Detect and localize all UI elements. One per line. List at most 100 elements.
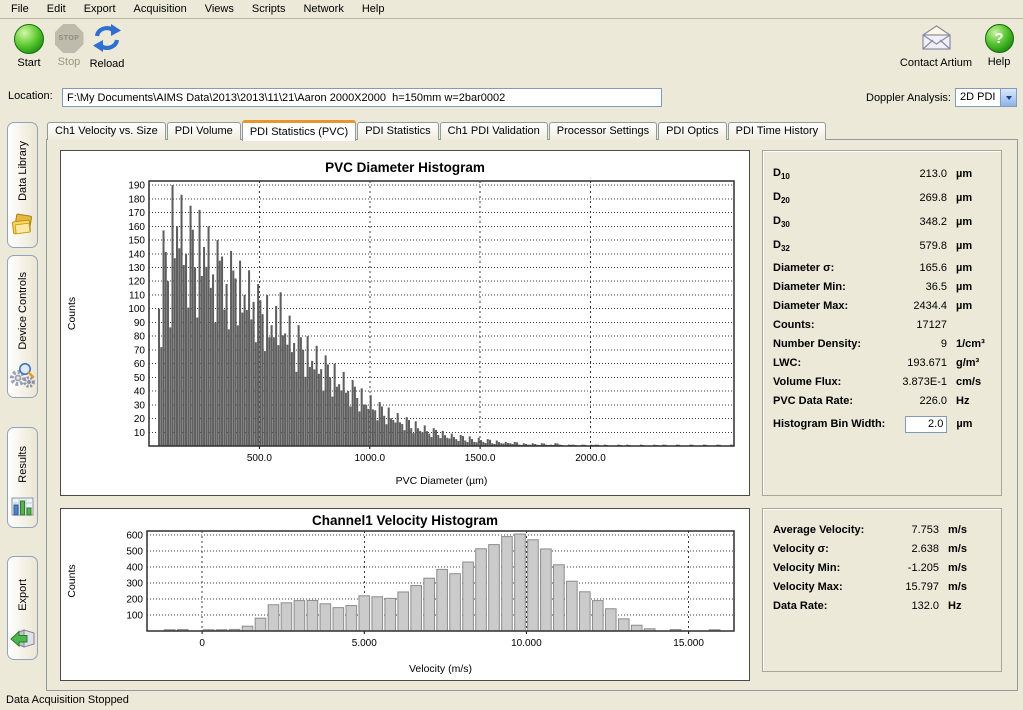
stat-row-data-rate: Data Rate: 132.0 Hz — [773, 596, 991, 615]
histogram-bin-width-input[interactable] — [905, 416, 947, 433]
svg-text:300: 300 — [126, 579, 143, 590]
svg-text:80: 80 — [134, 332, 146, 343]
svg-text:200: 200 — [126, 595, 143, 606]
location-label: Location: — [8, 90, 53, 102]
svg-text:PVC Diameter (µm): PVC Diameter (µm) — [396, 475, 488, 487]
export-arrow-icon — [10, 627, 36, 655]
doppler-analysis-select[interactable]: 2D PDI — [955, 88, 1017, 107]
svg-text:Counts: Counts — [66, 297, 78, 330]
stat-unit: g/m³ — [947, 357, 991, 369]
svg-text:1000.0: 1000.0 — [355, 453, 386, 464]
sidebar-item-device-controls[interactable]: Device Controls — [7, 255, 38, 398]
stat-unit: µm — [947, 192, 991, 204]
tab-pdi-volume[interactable]: PDI Volume — [167, 122, 241, 140]
stat-unit: cm/s — [947, 376, 991, 388]
help-button[interactable]: ? Help — [979, 24, 1019, 68]
menu-export[interactable]: Export — [75, 1, 125, 17]
menu-bar: File Edit Export Acquisition Views Scrip… — [0, 0, 1023, 19]
stat-row-d10: D10 213.0 µm — [773, 162, 991, 186]
svg-text:10: 10 — [134, 428, 146, 439]
svg-text:110: 110 — [129, 291, 145, 302]
svg-text:120: 120 — [128, 277, 145, 288]
stat-value: 2434.4 — [885, 300, 947, 312]
stat-unit: µm — [947, 281, 991, 293]
svg-text:400: 400 — [126, 563, 143, 574]
menu-views[interactable]: Views — [196, 1, 243, 17]
status-text: Data Acquisition Stopped — [6, 694, 129, 706]
menu-network[interactable]: Network — [294, 1, 352, 17]
svg-text:170: 170 — [128, 208, 145, 219]
sidebar-item-label: Data Library — [17, 141, 29, 201]
svg-text:130: 130 — [128, 263, 145, 274]
stat-value: 9 — [885, 338, 947, 350]
stat-label: PVC Data Rate: — [773, 395, 885, 407]
svg-text:90: 90 — [134, 318, 146, 329]
stat-label: Data Rate: — [773, 600, 885, 612]
stat-value: 165.6 — [885, 262, 947, 274]
tab-pdi-time-history[interactable]: PDI Time History — [728, 122, 827, 140]
svg-text:600: 600 — [126, 531, 143, 542]
channel1-velocity-histogram: 10020030040050060005.00010.00015.000Chan… — [60, 508, 750, 681]
stat-label: Average Velocity: — [773, 524, 885, 536]
svg-text:50: 50 — [134, 373, 146, 384]
menu-file[interactable]: File — [2, 1, 38, 17]
stat-unit: µm — [947, 240, 991, 252]
menu-acquisition[interactable]: Acquisition — [125, 1, 196, 17]
stat-unit: µm — [947, 262, 991, 274]
doppler-analysis-label: Doppler Analysis: — [866, 92, 951, 104]
stat-unit: µm — [947, 168, 991, 180]
sidebar-item-results[interactable]: Results — [7, 427, 38, 528]
sidebar-item-label: Device Controls — [17, 272, 29, 350]
tab-processor-settings[interactable]: Processor Settings — [549, 122, 657, 140]
velocity-statistics-panel: Average Velocity: 7.753 m/s Velocity σ: … — [762, 508, 1002, 672]
channel1-velocity-histogram-plot: 10020030040050060005.00010.00015.000Chan… — [61, 509, 749, 685]
svg-text:Channel1 Velocity Histogram: Channel1 Velocity Histogram — [312, 513, 498, 528]
sidebar-item-export[interactable]: Export — [7, 556, 38, 660]
tab-ch1-velocity-vs-size[interactable]: Ch1 Velocity vs. Size — [47, 122, 166, 140]
aims-application-window: File Edit Export Acquisition Views Scrip… — [0, 0, 1023, 710]
stat-value: 36.5 — [885, 281, 947, 293]
tab-pdi-optics[interactable]: PDI Optics — [658, 122, 727, 140]
stat-row-velocity-min: Velocity Min: -1.205 m/s — [773, 558, 991, 577]
svg-text:100: 100 — [128, 304, 145, 315]
stat-label: Volume Flux: — [773, 376, 885, 388]
svg-text:10.000: 10.000 — [511, 638, 542, 649]
reload-icon — [92, 24, 122, 55]
stat-row-number-density: Number Density: 9 1/cm³ — [773, 334, 991, 353]
stat-label: Velocity σ: — [773, 543, 885, 555]
sidebar-item-label: Export — [17, 579, 29, 611]
tab-ch1-pdi-validation[interactable]: Ch1 PDI Validation — [440, 122, 548, 140]
stat-unit: Hz — [947, 395, 991, 407]
tab-pdi-statistics[interactable]: PDI Statistics — [357, 122, 438, 140]
stat-value: 193.671 — [885, 357, 947, 369]
folders-icon — [10, 213, 36, 243]
menu-scripts[interactable]: Scripts — [243, 1, 295, 17]
stat-row-diameter-sigma: Diameter σ: 165.6 µm — [773, 258, 991, 277]
stat-row-lwc: LWC: 193.671 g/m³ — [773, 353, 991, 372]
results-chart-icon — [11, 496, 35, 523]
stat-value: 269.8 — [885, 192, 947, 204]
sidebar-item-data-library[interactable]: Data Library — [7, 122, 38, 248]
svg-text:500.0: 500.0 — [247, 453, 272, 464]
stat-label: Diameter σ: — [773, 262, 885, 274]
toolbar: Start STOP Stop Reload — [0, 20, 1023, 84]
stat-value: 348.2 — [885, 216, 947, 228]
tab-pdi-statistics-pvc[interactable]: PDI Statistics (PVC) — [242, 120, 356, 141]
stat-label: Velocity Min: — [773, 562, 885, 574]
svg-text:160: 160 — [128, 222, 145, 233]
menu-help[interactable]: Help — [353, 1, 394, 17]
location-input[interactable] — [62, 88, 662, 107]
stat-row-d32: D32 579.8 µm — [773, 234, 991, 258]
menu-edit[interactable]: Edit — [38, 1, 75, 17]
gears-icon — [10, 361, 36, 393]
stat-value: 17127 — [885, 319, 947, 331]
stat-unit: 1/cm³ — [947, 338, 991, 350]
stat-row-velocity-max: Velocity Max: 15.797 m/s — [773, 577, 991, 596]
contact-artium-button[interactable]: Contact Artium — [893, 24, 979, 69]
stat-value: 579.8 — [885, 240, 947, 252]
start-icon — [14, 24, 44, 54]
reload-button[interactable]: Reload — [84, 24, 130, 70]
svg-text:70: 70 — [134, 345, 146, 356]
stat-label: Diameter Max: — [773, 300, 885, 312]
chevron-down-icon[interactable] — [1000, 89, 1016, 106]
